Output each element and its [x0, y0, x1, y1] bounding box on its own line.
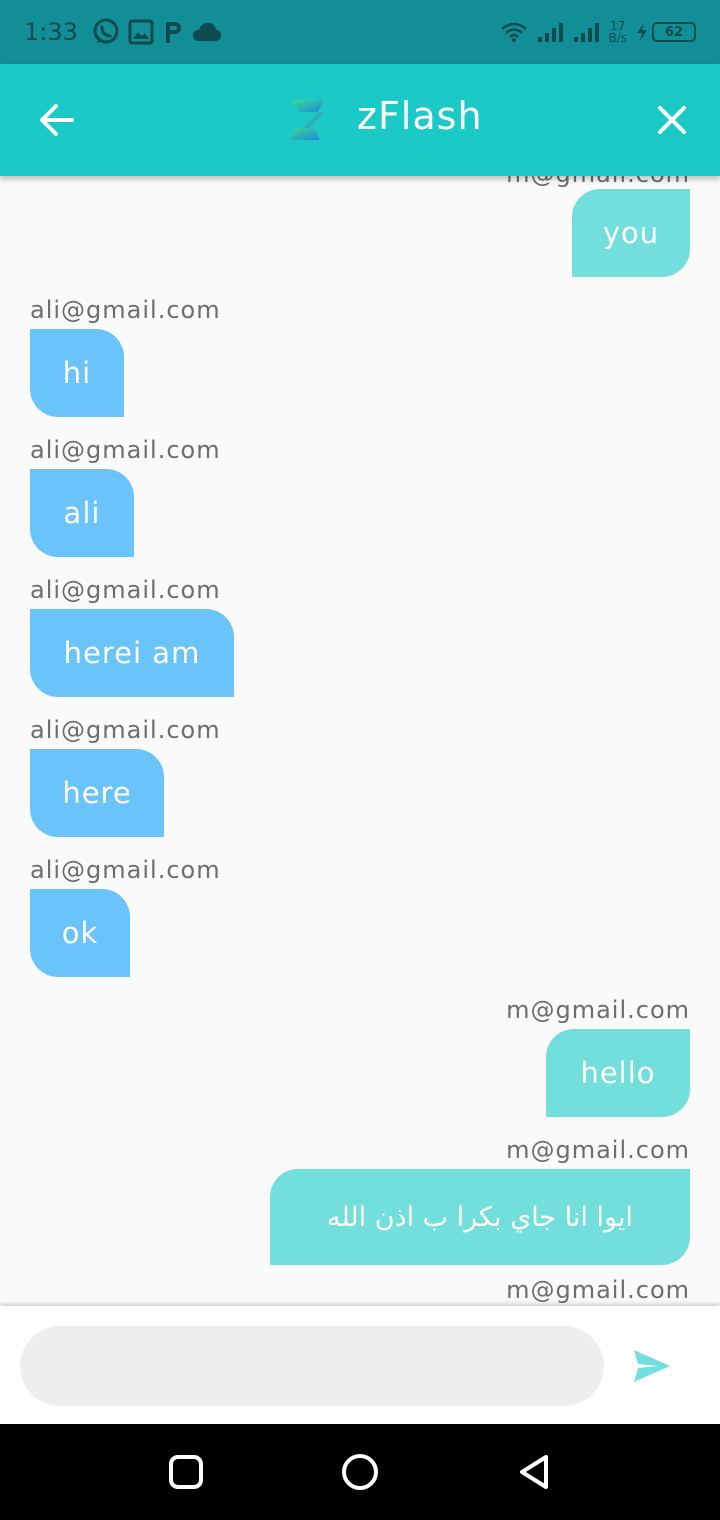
- wifi-icon: [501, 22, 528, 42]
- image-icon: [128, 19, 154, 45]
- network-speed: 17 B/s: [608, 20, 627, 44]
- message-sender: m@gmail.com: [506, 176, 690, 188]
- message-bubble[interactable]: you: [572, 189, 690, 277]
- battery: 62: [635, 22, 696, 42]
- navigation-bar: [0, 1424, 720, 1520]
- message-item: ali@gmail.com here: [0, 716, 720, 846]
- whatsapp-icon: [93, 18, 119, 44]
- app-bar: zFlash: [0, 64, 720, 176]
- message-item: ali@gmail.com ok: [0, 856, 720, 986]
- message-sender: ali@gmail.com: [30, 296, 221, 324]
- message-bubble[interactable]: herei am: [30, 609, 234, 697]
- message-sender: m@gmail.com: [506, 996, 690, 1024]
- cloud-icon: [192, 23, 221, 41]
- message-sender: ali@gmail.com: [30, 716, 221, 744]
- message-bubble[interactable]: ok: [30, 889, 130, 977]
- back-arrow-icon[interactable]: [36, 100, 76, 140]
- system-icons: 17 B/s 62: [500, 20, 696, 44]
- notification-icons: [92, 18, 222, 46]
- send-icon[interactable]: [632, 1348, 672, 1384]
- message-bubble[interactable]: here: [30, 749, 164, 837]
- close-icon[interactable]: [652, 100, 692, 140]
- message-input[interactable]: [20, 1326, 604, 1406]
- back-icon[interactable]: [514, 1452, 554, 1492]
- message-item: m@gmail.com ايوا انا جاي بكرا ب اذن الله: [0, 1136, 720, 1276]
- message-item: m@gmail.com you: [0, 176, 720, 286]
- network-speed-unit: B/s: [608, 31, 627, 45]
- status-bar: 1:33 17 B/s 62: [0, 0, 720, 64]
- message-bubble[interactable]: hi: [30, 329, 124, 417]
- message-item: ali@gmail.com herei am: [0, 576, 720, 706]
- battery-level: 62: [652, 22, 696, 42]
- message-bubble[interactable]: hello: [546, 1029, 690, 1117]
- chat-message-list[interactable]: m@gmail.com you ali@gmail.com hi ali@gma…: [0, 176, 720, 1306]
- message-item: ali@gmail.com ali: [0, 436, 720, 566]
- message-bubble[interactable]: ايوا انا جاي بكرا ب اذن الله: [270, 1169, 690, 1265]
- home-icon[interactable]: [340, 1452, 380, 1492]
- signal-icon: [538, 23, 564, 42]
- paypal-icon: [165, 22, 181, 43]
- message-input-bar: [0, 1306, 720, 1424]
- charging-icon: [637, 23, 647, 41]
- recent-apps-icon[interactable]: [166, 1452, 206, 1492]
- message-sender: ali@gmail.com: [30, 856, 221, 884]
- signal-icon: [574, 23, 600, 42]
- app-title: zFlash: [357, 94, 483, 138]
- message-sender: m@gmail.com: [506, 1136, 690, 1164]
- message-item: m@gmail.com: [0, 1276, 720, 1306]
- message-sender: ali@gmail.com: [30, 436, 221, 464]
- message-sender: ali@gmail.com: [30, 576, 221, 604]
- message-sender: m@gmail.com: [506, 1276, 690, 1304]
- status-time: 1:33: [24, 18, 78, 46]
- message-item: ali@gmail.com hi: [0, 296, 720, 426]
- zflash-logo-icon: [290, 100, 324, 140]
- message-item: m@gmail.com hello: [0, 996, 720, 1126]
- message-bubble[interactable]: ali: [30, 469, 134, 557]
